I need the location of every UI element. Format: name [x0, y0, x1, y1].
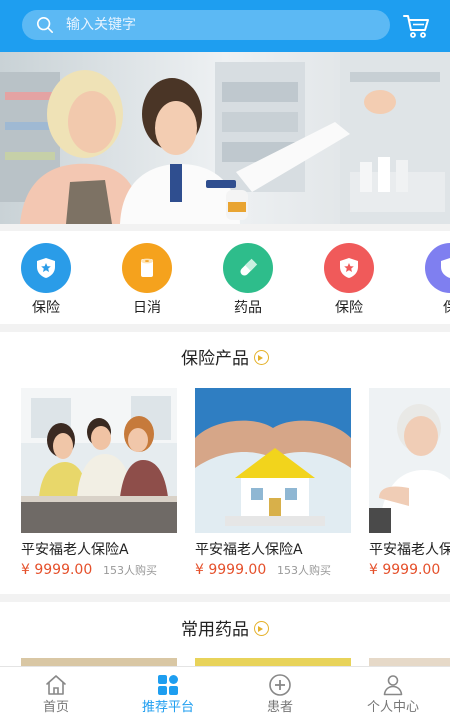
shield-star-icon	[340, 258, 358, 278]
category-item-daily[interactable]: 日消	[117, 243, 177, 318]
chevron-right-icon	[254, 621, 269, 636]
category-item-insurance-3[interactable]: 保	[420, 243, 450, 318]
category-item-insurance[interactable]: 保险	[16, 243, 76, 318]
product-card[interactable]: 平安福老人保险A ¥ 9999.00 153人购买	[21, 388, 177, 588]
product-price: ¥ 9999.00	[21, 562, 93, 578]
grid-icon	[158, 675, 178, 695]
product-price: ¥ 9999.00	[195, 562, 267, 578]
category-label: 日消	[133, 300, 161, 316]
category-label: 保险	[335, 300, 363, 316]
app-screen: 输入关键字 保险 日消 药品 保险 保险产品 平安福老人保险A ¥ 9999.0…	[0, 0, 450, 720]
family-photo	[21, 388, 177, 533]
product-price: ¥ 9999.00	[369, 562, 441, 578]
section-title[interactable]: 常用药品	[0, 618, 450, 642]
product-image-peek	[21, 658, 177, 666]
product-name: 平安福老人保	[369, 542, 450, 558]
category-label: 保险	[32, 300, 60, 316]
tab-personal-center[interactable]: 个人中心	[337, 667, 449, 720]
section-title-text: 常用药品	[181, 620, 249, 640]
category-icon-circle	[223, 243, 273, 293]
product-sold-count: 153人购买	[277, 564, 331, 577]
tab-patients[interactable]: 患者	[224, 667, 336, 720]
category-label: 保	[420, 298, 450, 318]
category-icon-circle	[122, 243, 172, 293]
tab-label: 个人中心	[366, 700, 419, 715]
product-card[interactable]: 平安福老人保 ¥ 9999.00	[369, 388, 450, 588]
search-input[interactable]: 输入关键字	[22, 10, 390, 40]
home-icon	[46, 675, 66, 695]
product-image-peek	[369, 658, 450, 666]
person-icon	[383, 675, 403, 696]
chevron-right-icon	[254, 350, 269, 365]
elderly-woman-photo	[369, 388, 450, 533]
tab-label: 患者	[266, 700, 293, 715]
category-row: 保险 日消 药品 保险	[0, 231, 450, 324]
product-name: 平安福老人保险A	[195, 542, 303, 558]
promo-banner[interactable]	[0, 52, 450, 224]
product-sold-count: 153人购买	[103, 564, 157, 577]
medicine-section: 常用药品	[0, 602, 450, 666]
pharmacist-and-customer-photo	[0, 52, 450, 224]
tab-home[interactable]: 首页	[0, 667, 112, 720]
insurance-section: 保险产品 平安福老人保险A ¥ 9999.00 153人购买 平安福老人保险A …	[0, 332, 450, 594]
house-in-hands-photo	[195, 388, 351, 533]
product-name: 平安福老人保险A	[21, 542, 129, 558]
section-title-text: 保险产品	[181, 349, 249, 369]
search-placeholder: 输入关键字	[66, 17, 136, 33]
section-title[interactable]: 保险产品	[0, 347, 450, 371]
category-icon-circle	[324, 243, 374, 293]
shield-star-icon	[37, 258, 55, 278]
category-icon-circle	[425, 243, 450, 293]
category-label: 药品	[234, 300, 262, 316]
category-icon-circle	[21, 243, 71, 293]
capsule-icon	[240, 258, 258, 276]
top-bar: 输入关键字	[0, 0, 450, 52]
bottom-tab-bar: 首页 推荐平台 患者 个人中心	[0, 666, 450, 720]
tab-recommend-platform[interactable]: 推荐平台	[112, 667, 224, 720]
tab-label: 推荐平台	[141, 700, 194, 715]
product-image-peek	[195, 658, 351, 666]
product-card[interactable]: 平安福老人保险A ¥ 9999.00 153人购买	[195, 388, 351, 588]
cart-icon[interactable]	[402, 13, 430, 39]
category-item-medicine[interactable]: 药品	[218, 243, 278, 318]
shield-star-icon	[441, 258, 450, 278]
plus-circle-icon	[269, 674, 291, 696]
tissue-roll-icon	[141, 258, 153, 277]
tab-label: 首页	[42, 700, 69, 715]
category-item-insurance-2[interactable]: 保险	[319, 243, 379, 318]
search-icon	[36, 16, 54, 34]
